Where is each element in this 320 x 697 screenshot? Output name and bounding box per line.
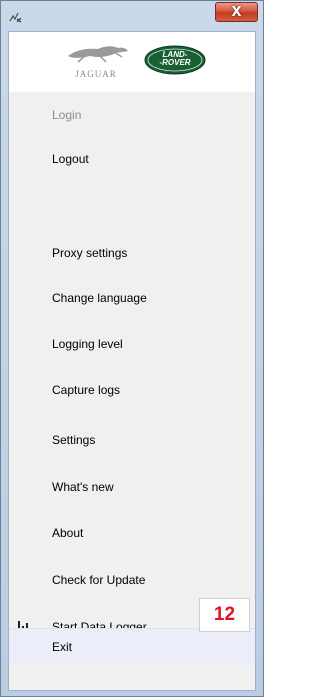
landrover-logo: LAND- -ROVER [144,45,206,75]
menu-item-logout[interactable]: Logout [9,144,255,174]
menu-item-change-language[interactable]: Change language [9,283,255,313]
app-icon [9,12,22,23]
jaguar-wordmark: JAGUAR [75,69,117,79]
menu-item-login[interactable]: Login [9,100,255,130]
landrover-wordmark: LAND- -ROVER [159,50,191,67]
step-number-annotation: 12 [199,598,250,632]
jaguar-logo: JAGUAR [56,38,136,82]
menu-item-check-for-update[interactable]: Check for Update [9,565,255,595]
menu-item-logging-level[interactable]: Logging level [9,329,255,359]
menu-panel: JAGUAR LAND- -ROVER Login Logout Proxy s… [8,31,256,691]
menu-item-about[interactable]: About [9,518,255,548]
close-button[interactable]: X [215,2,258,22]
close-icon: X [231,4,242,20]
app-window: X JAGUAR LAND- -ROVER Login Logout Proxy… [0,0,264,697]
jaguar-leaper-icon [68,46,128,63]
menu-item-whats-new[interactable]: What's new [9,472,255,502]
menu-item-capture-logs[interactable]: Capture logs [9,375,255,405]
menu-item-proxy-settings[interactable]: Proxy settings [9,238,255,268]
title-bar[interactable]: X [1,1,263,31]
brand-logos: JAGUAR LAND- -ROVER [9,32,255,92]
menu-item-settings[interactable]: Settings [9,425,255,455]
menu-item-exit[interactable]: Exit [9,628,255,664]
